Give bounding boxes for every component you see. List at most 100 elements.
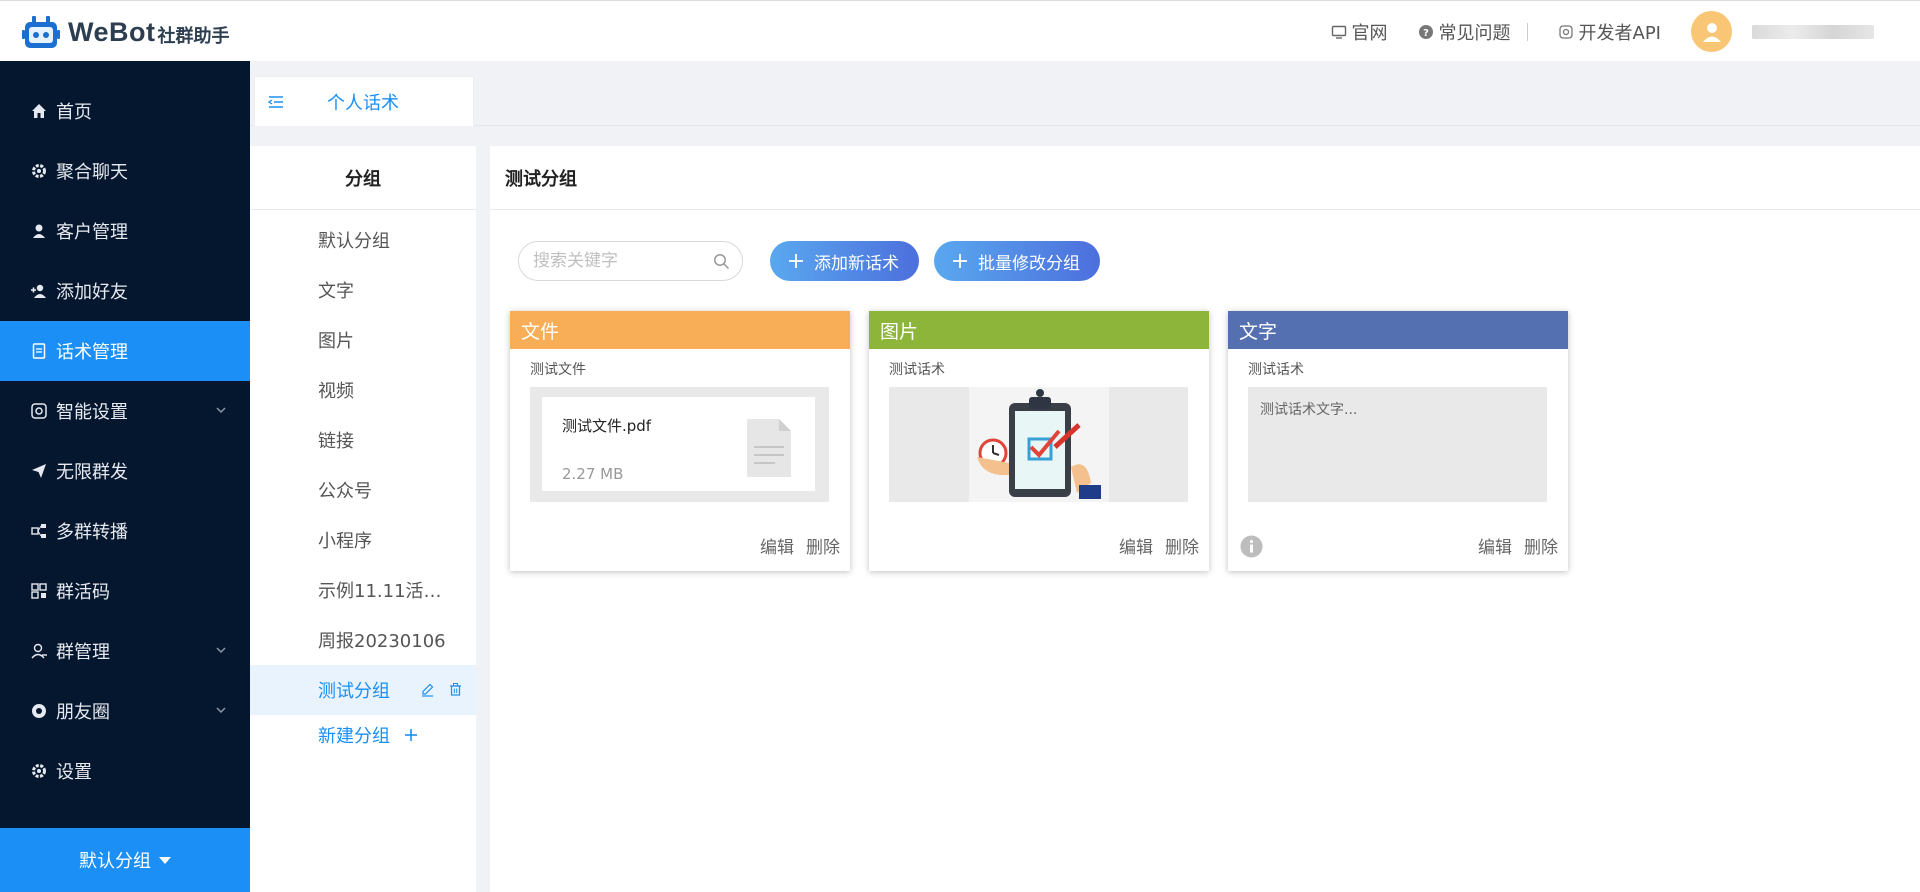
brand-subtitle: 社群助手 (157, 26, 230, 47)
header-link-website[interactable]: 官网 (1331, 19, 1388, 45)
image-preview[interactable] (889, 387, 1188, 502)
file-size: 2.27 MB (562, 465, 624, 483)
header-divider (1526, 22, 1528, 41)
group-panel: 分组 默认分组 文字 图片 视频 链接 公众号 小程序 示例11.11活… 周报… (250, 146, 476, 892)
trash-icon[interactable] (448, 682, 463, 697)
tab-label: 个人话术 (327, 92, 399, 114)
header-link-label: 常见问题 (1438, 22, 1511, 44)
group-item[interactable]: 周报20230106 (250, 615, 476, 665)
user-avatar-icon (1702, 22, 1721, 42)
header-link-label: 官网 (1351, 22, 1388, 44)
group-item[interactable]: 视频 (250, 365, 476, 415)
group-item[interactable]: 图片 (250, 315, 476, 365)
file-preview: 测试文件.pdf 2.27 MB (530, 387, 829, 502)
info-icon[interactable] (1240, 535, 1263, 558)
api-icon (1558, 24, 1573, 39)
header-link-faq[interactable]: ? 常见问题 (1418, 19, 1511, 45)
group-item-active[interactable]: 测试分组 (250, 665, 476, 715)
group-icon (31, 643, 47, 659)
card-title: 测试话术 (1248, 362, 1304, 378)
delete-button[interactable]: 删除 (806, 533, 840, 558)
card-type-header: 文件 (510, 311, 850, 349)
gear-icon (32, 764, 46, 778)
search-input[interactable] (533, 251, 703, 271)
group-item-label: 示例11.11活… (318, 581, 442, 602)
content-title: 测试分组 (490, 146, 1920, 210)
group-item[interactable]: 公众号 (250, 465, 476, 515)
file-document-icon (747, 419, 791, 477)
home-icon (32, 104, 46, 118)
edit-button[interactable]: 编辑 (1478, 533, 1512, 558)
sidebar-item-add-friend[interactable]: 添加好友 (0, 261, 250, 321)
logo[interactable]: WeBot 社群助手 (22, 13, 230, 51)
script-card-file[interactable]: 文件 测试文件 测试文件.pdf 2.27 MB 编辑 删除 (510, 311, 850, 571)
group-item-label: 默认分组 (318, 231, 390, 252)
qrcode-icon (31, 583, 47, 599)
group-item-label: 文字 (318, 281, 354, 302)
sidebar-item-label: 聚合聊天 (56, 162, 128, 183)
username-redacted[interactable] (1752, 24, 1874, 39)
sidebar-item-moments[interactable]: 朋友圈 (0, 681, 250, 741)
edit-icon[interactable] (420, 682, 435, 697)
sidebar-item-label: 多群转播 (56, 522, 128, 543)
card-type-header: 图片 (869, 311, 1209, 349)
card-type-header: 文字 (1228, 311, 1568, 349)
edit-button[interactable]: 编辑 (760, 533, 794, 558)
file-name: 测试文件.pdf (562, 417, 652, 435)
new-group-button[interactable]: 新建分组 (250, 715, 476, 755)
group-selector-label: 默认分组 (79, 851, 151, 872)
sidebar-item-label: 添加好友 (56, 282, 128, 303)
sidebar-item-scripts[interactable]: 话术管理 (0, 321, 250, 381)
edit-button[interactable]: 编辑 (1119, 533, 1153, 558)
script-card-text[interactable]: 文字 测试话术 测试话术文字... 编辑 删除 (1228, 311, 1568, 571)
group-item[interactable]: 小程序 (250, 515, 476, 565)
sidebar-item-label: 话术管理 (56, 342, 128, 363)
search-icon[interactable] (713, 253, 730, 270)
sidebar-item-group-manage[interactable]: 群管理 (0, 621, 250, 681)
sidebar-item-multi-group[interactable]: 多群转播 (0, 501, 250, 561)
script-card-image[interactable]: 图片 测试话术 编辑 删除 (869, 311, 1209, 571)
batch-edit-label: 批量修改分组 (978, 253, 1080, 274)
sidebar-item-chat[interactable]: 聚合聊天 (0, 141, 250, 201)
header-link-label: 开发者API (1578, 22, 1661, 44)
card-title: 测试话术 (889, 362, 945, 378)
group-item[interactable]: 链接 (250, 415, 476, 465)
sidebar-item-label: 客户管理 (56, 222, 128, 243)
avatar[interactable] (1691, 11, 1732, 52)
sidebar-item-smart-settings[interactable]: 智能设置 (0, 381, 250, 441)
group-selector[interactable]: 默认分组 (0, 828, 250, 892)
group-item[interactable]: 示例11.11活… (250, 565, 476, 615)
group-item[interactable]: 默认分组 (250, 215, 476, 265)
clipboard-checklist-illustration (969, 387, 1109, 502)
delete-button[interactable]: 删除 (1524, 533, 1558, 558)
batch-edit-group-button[interactable]: 批量修改分组 (934, 241, 1100, 281)
sidebar-item-label: 智能设置 (56, 402, 128, 423)
text-preview[interactable]: 测试话术文字... (1248, 387, 1547, 502)
chevron-down-icon (216, 407, 226, 414)
group-item-label: 小程序 (318, 531, 372, 552)
group-item-label: 视频 (318, 381, 354, 402)
sidebar-item-settings[interactable]: 设置 (0, 741, 250, 801)
header-link-api[interactable]: 开发者API (1558, 19, 1661, 45)
tab-personal-scripts[interactable]: 个人话术 (254, 76, 474, 126)
add-script-button[interactable]: 添加新话术 (770, 241, 919, 281)
broadcast-icon (31, 524, 46, 538)
sidebar-item-label: 群活码 (56, 582, 110, 603)
document-icon (32, 343, 46, 359)
gear-icon (32, 164, 46, 178)
group-item-label: 公众号 (318, 481, 372, 502)
sidebar-item-label: 群管理 (56, 642, 110, 663)
sidebar-item-customers[interactable]: 客户管理 (0, 201, 250, 261)
menu-fold-icon[interactable] (267, 93, 285, 111)
sidebar-item-home[interactable]: 首页 (0, 81, 250, 141)
plus-icon (789, 254, 803, 268)
file-attachment[interactable]: 测试文件.pdf 2.27 MB (542, 397, 815, 491)
top-header: WeBot 社群助手 官网 ? 常见问题 开发者API (0, 0, 1920, 61)
delete-button[interactable]: 删除 (1165, 533, 1199, 558)
sidebar-item-broadcast[interactable]: 无限群发 (0, 441, 250, 501)
group-item[interactable]: 文字 (250, 265, 476, 315)
sidebar-item-group-qrcode[interactable]: 群活码 (0, 561, 250, 621)
script-card-list: 文件 测试文件 测试文件.pdf 2.27 MB 编辑 删除 图片 测试话术 编… (510, 311, 1587, 571)
question-circle-icon: ? (1418, 24, 1433, 39)
tab-strip: 个人话术 (250, 61, 1920, 126)
